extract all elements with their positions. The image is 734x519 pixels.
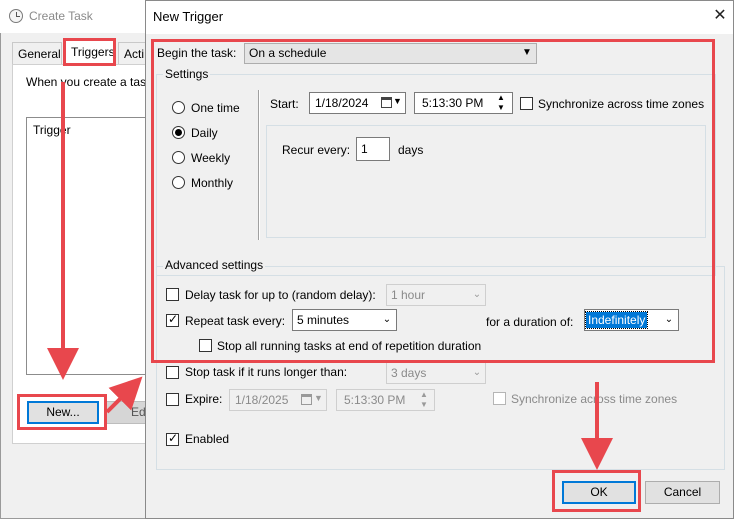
arrow-new-to-dialog [105, 376, 143, 414]
annotation-arrows [47, 82, 613, 470]
